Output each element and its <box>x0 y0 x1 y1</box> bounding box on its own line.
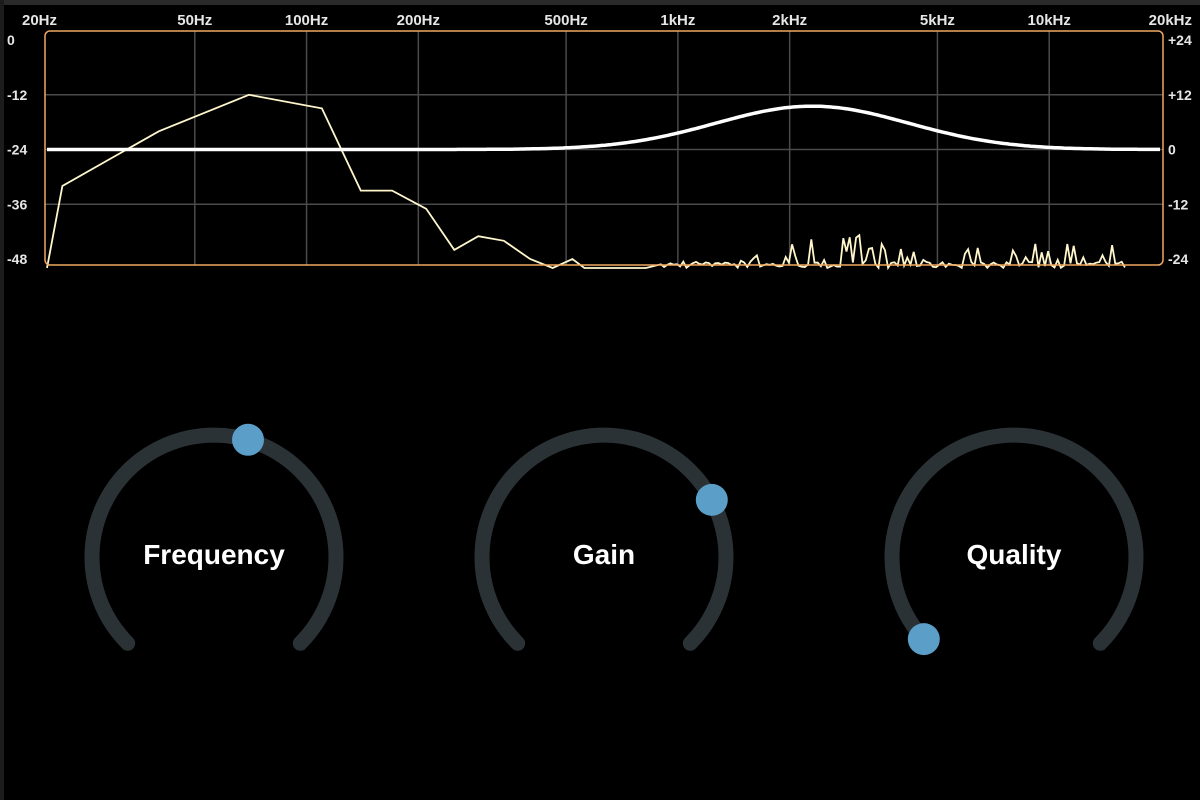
freq-tick-label: 20Hz <box>22 12 57 29</box>
frequency-knob-label: Frequency <box>143 539 285 570</box>
spectrum-analyzer[interactable]: 20Hz 50Hz 100Hz 200Hz 500Hz 1kHz 2kHz 5kHz 10kHz… <box>0 0 1200 280</box>
quality-knob[interactable]: Quality <box>874 415 1154 685</box>
gain-tick-label: 0 <box>1168 142 1176 158</box>
frequency-knob[interactable]: Frequency <box>74 415 354 685</box>
db-axis-left: 0 -12 -24 -36 -48 <box>7 32 27 267</box>
freq-tick-label: 10kHz <box>1028 12 1071 29</box>
knob-handle[interactable] <box>695 483 728 516</box>
freq-tick-label: 100Hz <box>285 12 328 29</box>
gain-knob-label: Gain <box>572 539 636 570</box>
db-tick-label: -36 <box>7 196 27 212</box>
gain-tick-label: +12 <box>1168 87 1192 103</box>
knob-handle[interactable] <box>232 423 264 456</box>
db-tick-label: -24 <box>7 142 27 158</box>
freq-tick-label: 2kHz <box>772 12 807 29</box>
spectrum-trace <box>46 93 1126 271</box>
gain-tick-label: -12 <box>1168 196 1188 212</box>
db-tick-label: 0 <box>7 32 15 48</box>
gain-tick-label: +24 <box>1168 32 1192 48</box>
db-tick-label: -12 <box>7 87 27 103</box>
gain-tick-label: -24 <box>1168 251 1188 267</box>
freq-tick-label: 20kHz <box>1149 12 1192 29</box>
frequency-axis: 20Hz 50Hz 100Hz 200Hz 500Hz 1kHz 2kHz 5kHz 10kHz… <box>22 12 1192 29</box>
quality-knob-label: Quality <box>966 539 1062 570</box>
gain-axis-right: +24 +12 0 -12 -24 <box>1168 32 1192 267</box>
knob-handle[interactable] <box>907 623 940 656</box>
freq-tick-label: 1kHz <box>660 12 695 29</box>
freq-tick-label: 200Hz <box>397 12 440 29</box>
gain-knob[interactable]: Gain <box>464 415 744 685</box>
freq-tick-label: 500Hz <box>544 12 587 29</box>
db-tick-label: -48 <box>7 251 27 267</box>
freq-tick-label: 5kHz <box>920 12 955 29</box>
eq-response-curve[interactable] <box>47 104 1160 152</box>
freq-tick-label: 50Hz <box>177 12 212 29</box>
